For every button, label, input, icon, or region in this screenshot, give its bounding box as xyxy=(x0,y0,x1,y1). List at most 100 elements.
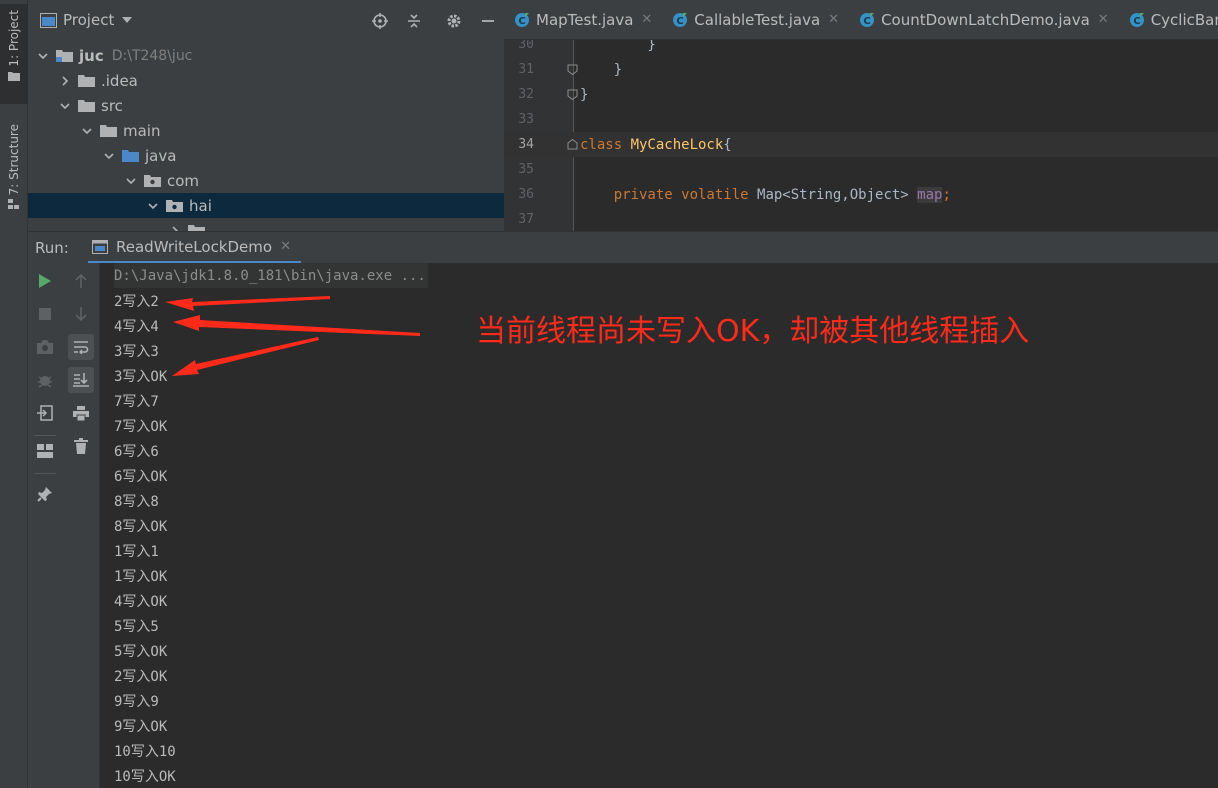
tree-node-hai[interactable]: hai xyxy=(28,193,504,218)
java-class-icon: C xyxy=(1129,12,1144,27)
svg-text:C: C xyxy=(518,16,525,27)
tree-node-juc[interactable]: juc D:\T248\juc xyxy=(28,43,504,68)
structure-tool-tab[interactable]: 7: Structure xyxy=(0,120,28,220)
pin-tab-button[interactable] xyxy=(32,481,58,507)
editor-tab-label: CallableTest.java xyxy=(694,10,821,29)
line-number: 30 xyxy=(518,40,534,52)
soft-wrap-icon xyxy=(74,341,89,354)
code-punct: ; xyxy=(942,186,951,203)
project-view-selector[interactable]: Project xyxy=(40,11,133,29)
class-name: MyCacheLock xyxy=(630,136,724,153)
chevron-down-icon xyxy=(104,152,114,159)
editor-tab-bar: C MapTest.java ✕ C CallableTest.java ✕ C… xyxy=(504,0,1218,40)
line-number: 32 xyxy=(518,87,534,102)
package-icon xyxy=(144,175,161,187)
tree-node-main[interactable]: main xyxy=(28,118,504,143)
chevron-right-icon xyxy=(62,75,69,86)
console-line: 5写入OK xyxy=(114,643,168,660)
project-panel: Project juc D:\T248\juc .idea src main j… xyxy=(28,0,504,231)
java-class-icon: C xyxy=(515,12,529,27)
console-line: 8写入OK xyxy=(114,518,168,535)
scroll-down-button[interactable] xyxy=(68,301,94,327)
minimize-icon[interactable] xyxy=(480,13,496,29)
fold-marker-icon[interactable] xyxy=(567,64,578,75)
chevron-down-icon xyxy=(38,52,48,59)
stop-button[interactable] xyxy=(32,301,58,327)
code-text: } xyxy=(580,86,589,103)
gear-icon[interactable] xyxy=(446,13,462,29)
left-tool-strip: 1: Project 7: Structure xyxy=(0,0,28,788)
chevron-down-icon xyxy=(82,127,92,134)
console-line: 1写入OK xyxy=(114,568,168,585)
code-editor[interactable]: 30 } 31 } 32 } 33 34 class MyCacheLock{ … xyxy=(504,40,1218,231)
line-number: 31 xyxy=(518,62,534,77)
locate-icon[interactable] xyxy=(372,13,388,29)
code-line-current: 34 class MyCacheLock{ xyxy=(504,132,1218,157)
pin-icon xyxy=(37,487,52,502)
tree-node-com[interactable]: com xyxy=(28,168,504,193)
editor-tab-countdownlatchdemo[interactable]: C CountDownLatchDemo.java ✕ xyxy=(849,0,1119,39)
structure-tool-tab-label: 7: Structure xyxy=(7,124,21,196)
close-icon[interactable]: ✕ xyxy=(641,12,652,27)
console-line: 7写入OK xyxy=(114,418,168,435)
structure-icon xyxy=(8,199,19,210)
settings-button[interactable] xyxy=(32,367,58,393)
run-toolbar-primary xyxy=(28,263,62,788)
layout-icon xyxy=(37,444,53,458)
tree-node-label: main xyxy=(123,121,161,140)
svg-text:C: C xyxy=(1133,16,1140,27)
line-number: 36 xyxy=(518,187,534,202)
editor-tab-label: CyclicBarr xyxy=(1150,10,1218,29)
tree-node-partial[interactable] xyxy=(28,218,504,231)
project-window-icon xyxy=(40,12,57,28)
tree-node-java[interactable]: java xyxy=(28,143,504,168)
console-line: 4写入OK xyxy=(114,593,168,610)
code-line: 33 xyxy=(504,107,1218,132)
code-text: } xyxy=(580,40,656,53)
package-icon xyxy=(166,200,183,212)
package-icon xyxy=(188,225,205,231)
run-tab-readwritelockdemo[interactable]: ReadWriteLockDemo ✕ xyxy=(88,232,301,264)
console-line: 3写入OK xyxy=(114,368,168,385)
tree-node-path: D:\T248\juc xyxy=(111,47,193,64)
code-line: 35 xyxy=(504,157,1218,182)
close-icon[interactable]: ✕ xyxy=(828,12,839,27)
soft-wrap-button[interactable] xyxy=(68,334,94,360)
editor-tab-cyclicbarrier[interactable]: C CyclicBarr xyxy=(1119,0,1218,39)
exit-button[interactable] xyxy=(32,400,58,426)
code-line: 32 } xyxy=(504,82,1218,107)
console-line: 7写入7 xyxy=(114,393,159,410)
code-line: 30 } xyxy=(504,40,1218,57)
tree-node-label: com xyxy=(167,171,200,190)
run-tab-label: ReadWriteLockDemo xyxy=(116,237,273,256)
dump-threads-button[interactable] xyxy=(32,334,58,360)
print-button[interactable] xyxy=(68,400,94,426)
close-icon[interactable]: ✕ xyxy=(280,239,291,254)
toolbar-separator xyxy=(34,473,56,474)
clear-all-button[interactable] xyxy=(68,433,94,459)
fold-marker-icon[interactable] xyxy=(567,139,578,150)
chevron-down-icon xyxy=(126,177,136,184)
arrow-down-icon xyxy=(75,307,87,321)
folder-icon xyxy=(100,125,117,137)
editor-tab-callabletest[interactable]: C CallableTest.java ✕ xyxy=(662,0,849,39)
tree-node-idea[interactable]: .idea xyxy=(28,68,504,93)
scroll-to-end-button[interactable] xyxy=(68,367,94,393)
project-panel-title: Project xyxy=(63,11,115,29)
project-tool-tab[interactable]: 1: Project xyxy=(0,4,28,104)
editor-tab-maptest[interactable]: C MapTest.java ✕ xyxy=(504,0,662,39)
chevron-right-icon xyxy=(172,225,179,231)
tree-node-src[interactable]: src xyxy=(28,93,504,118)
rerun-button[interactable] xyxy=(32,268,58,294)
folder-icon xyxy=(8,71,20,81)
trash-icon xyxy=(74,438,88,454)
layout-button[interactable] xyxy=(32,438,58,464)
scroll-up-button[interactable] xyxy=(68,268,94,294)
console-line: 4写入4 xyxy=(114,318,159,335)
keyword: private volatile xyxy=(580,186,758,203)
fold-marker-icon[interactable] xyxy=(567,89,578,100)
editor-tab-label: MapTest.java xyxy=(536,10,634,29)
annotation-text: 当前线程尚未写入OK，却被其他线程插入 xyxy=(476,314,1030,349)
collapse-all-icon[interactable] xyxy=(406,13,422,29)
close-icon[interactable]: ✕ xyxy=(1098,12,1109,27)
